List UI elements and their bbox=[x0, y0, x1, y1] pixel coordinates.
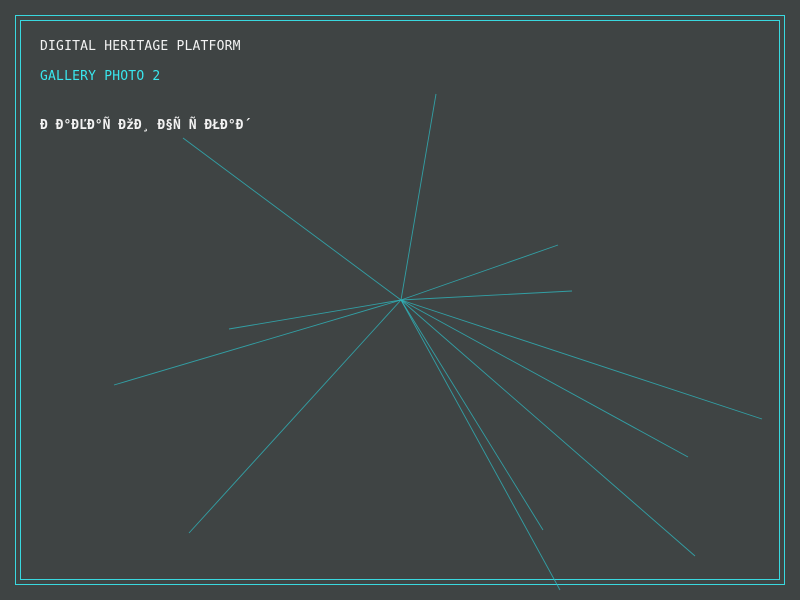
ray-line bbox=[400, 299, 763, 420]
ray-line bbox=[400, 299, 544, 531]
gallery-photo-canvas bbox=[113, 93, 763, 591]
ray-line bbox=[188, 299, 402, 534]
ray-line bbox=[400, 299, 696, 557]
ray-line bbox=[400, 290, 573, 301]
ray-line bbox=[228, 299, 402, 330]
ray-line bbox=[113, 299, 402, 386]
ray-line bbox=[400, 93, 437, 301]
ray-line bbox=[182, 137, 402, 301]
ray-line bbox=[400, 244, 559, 301]
